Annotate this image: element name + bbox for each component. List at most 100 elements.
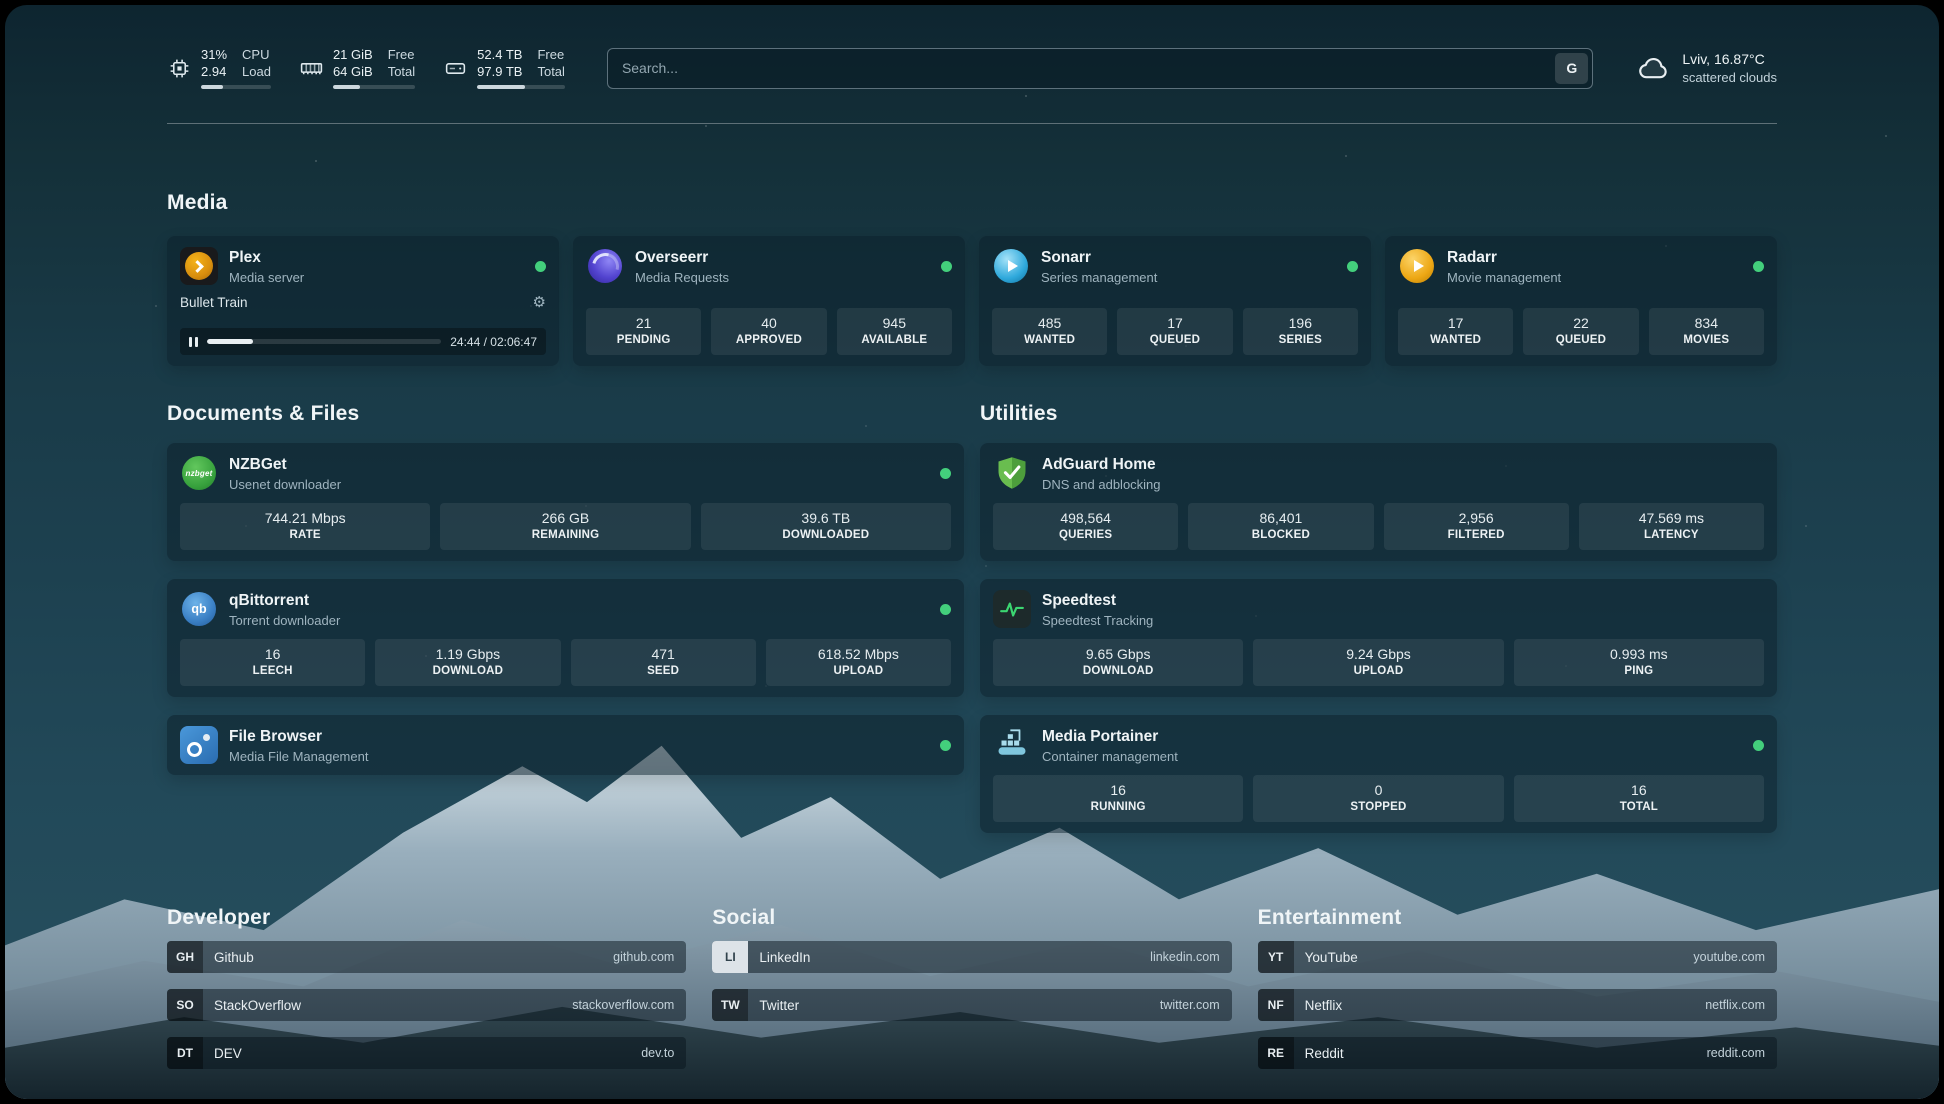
bookmark-reddit[interactable]: RE Reddit reddit.com [1258,1037,1777,1069]
qbittorrent-icon: qb [180,590,218,628]
stat-label: AVAILABLE [841,333,948,348]
cpu-load-label: Load [242,64,271,79]
gear-icon[interactable]: ⚙ [533,295,546,310]
section-heading-media: Media [167,188,1777,218]
cpu-usage-value: 31% [201,47,227,62]
bookmark-youtube[interactable]: YT YouTube youtube.com [1258,941,1777,973]
bookmark-url: netflix.com [1705,998,1765,1012]
app-card-portainer[interactable]: Media Portainer Container management 16 … [980,715,1777,833]
cpu-progress-fill [201,85,223,89]
stat-value: 86,401 [1192,509,1369,528]
status-dot-online [940,604,951,615]
stat-download: 9.65 Gbps DOWNLOAD [993,639,1243,686]
bookmarks-section: Developer GH Github github.com SO StackO… [167,903,1777,1085]
stat-value: 17 [1402,314,1509,333]
stat-downloaded: 39.6 TB DOWNLOADED [701,503,951,550]
youtube-tile-icon: YT [1258,941,1294,973]
app-name: Sonarr [1041,248,1157,267]
stat-rate: 744.21 Mbps RATE [180,503,430,550]
stat-running: 16 RUNNING [993,775,1243,822]
stat-label: SERIES [1247,333,1354,348]
bookmarks-entertainment: Entertainment YT YouTube youtube.com NF … [1258,903,1777,1085]
app-card-overseerr[interactable]: Overseerr Media Requests 21 PENDING 40 A… [573,236,965,366]
disk-free-value: 52.4 TB [477,47,522,62]
stat-label: QUEUED [1527,333,1634,348]
stat-upload: 9.24 Gbps UPLOAD [1253,639,1503,686]
utilities-section: Utilities [980,399,1777,833]
pause-button[interactable] [189,337,198,347]
stat-label: FILTERED [1388,528,1565,543]
stat-series: 196 SERIES [1243,308,1358,355]
media-section: Media Plex Media server [167,188,1777,366]
app-card-plex[interactable]: Plex Media server Bullet Train ⚙ [167,236,559,366]
bookmark-stackoverflow[interactable]: SO StackOverflow stackoverflow.com [167,989,686,1021]
search-input[interactable] [607,48,1593,89]
app-description: Media Requests [635,270,729,285]
stat-label: RUNNING [997,800,1239,815]
app-name: Speedtest [1042,591,1153,610]
stats-row: 9.65 Gbps DOWNLOAD 9.24 Gbps UPLOAD 0.99… [993,639,1764,686]
topbar-divider [167,123,1777,124]
bookmark-netflix[interactable]: NF Netflix netflix.com [1258,989,1777,1021]
status-dot-online [940,740,951,751]
stat-label: RATE [184,528,426,543]
bookmark-twitter[interactable]: TW Twitter twitter.com [712,989,1231,1021]
bookmark-dev[interactable]: DT DEV dev.to [167,1037,686,1069]
stat-total: 16 TOTAL [1514,775,1764,822]
stat-label: MOVIES [1653,333,1760,348]
app-name: AdGuard Home [1042,455,1161,474]
stat-queued: 22 QUEUED [1523,308,1638,355]
disk-progress-bar [477,85,565,89]
stat-queued: 17 QUEUED [1117,308,1232,355]
stat-value: 9.24 Gbps [1257,645,1499,664]
system-monitors: 31% 2.94 CPU Load [167,47,565,89]
stat-remaining: 266 GB REMAINING [440,503,690,550]
weather-condition: scattered clouds [1682,70,1777,85]
qbittorrent-icon-text: qb [191,602,206,616]
stat-label: UPLOAD [770,664,947,679]
app-card-sonarr[interactable]: Sonarr Series management 485 WANTED 17 Q… [979,236,1371,366]
ram-free-label: Free [388,47,415,62]
stat-value: 16 [184,645,361,664]
sonarr-icon [992,247,1030,285]
stat-value: 0.993 ms [1518,645,1760,664]
stat-value: 196 [1247,314,1354,333]
stat-latency: 47.569 ms LATENCY [1579,503,1764,550]
app-card-nzbget[interactable]: nzbget NZBGet Usenet downloader 744.21 M… [167,443,964,561]
ram-total-label: Total [388,64,415,79]
section-heading-social: Social [712,903,1231,933]
github-tile-icon: GH [167,941,203,973]
stat-value: 1.19 Gbps [379,645,556,664]
plex-icon [180,247,218,285]
bookmark-github[interactable]: GH Github github.com [167,941,686,973]
ram-free-value: 21 GiB [333,47,373,62]
ram-progress-fill [333,85,360,89]
bookmarks-social: Social LI LinkedIn linkedin.com TW Twitt… [712,903,1231,1085]
bookmark-name: StackOverflow [214,998,301,1013]
stat-label: PING [1518,664,1760,679]
bookmark-name: Twitter [759,998,799,1013]
bookmark-url: dev.to [641,1046,674,1060]
now-playing-row: Bullet Train ⚙ [180,295,546,310]
app-card-speedtest[interactable]: Speedtest Speedtest Tracking 9.65 Gbps D… [980,579,1777,697]
search-engine-button[interactable]: G [1555,53,1588,84]
bookmark-linkedin[interactable]: LI LinkedIn linkedin.com [712,941,1231,973]
app-card-radarr[interactable]: Radarr Movie management 17 WANTED 22 QUE… [1385,236,1777,366]
stat-value: 9.65 Gbps [997,645,1239,664]
playback-progress[interactable] [207,339,441,344]
adguard-shield-icon [993,454,1031,492]
ram-progress-bar [333,85,415,89]
app-card-adguard[interactable]: AdGuard Home DNS and adblocking 498,564 … [980,443,1777,561]
stat-value: 834 [1653,314,1760,333]
app-card-filebrowser[interactable]: File Browser Media File Management [167,715,964,775]
playback-time: 24:44 / 02:06:47 [450,335,537,349]
app-description: Torrent downloader [229,613,340,628]
weather-widget[interactable]: Lviv, 16.87°C scattered clouds [1637,51,1777,85]
stat-stopped: 0 STOPPED [1253,775,1503,822]
stat-label: WANTED [1402,333,1509,348]
app-description: Movie management [1447,270,1561,285]
status-dot-online [1753,740,1764,751]
app-card-qbittorrent[interactable]: qb qBittorrent Torrent downloader 16 LEE… [167,579,964,697]
stat-movies: 834 MOVIES [1649,308,1764,355]
cpu-progress-bar [201,85,271,89]
